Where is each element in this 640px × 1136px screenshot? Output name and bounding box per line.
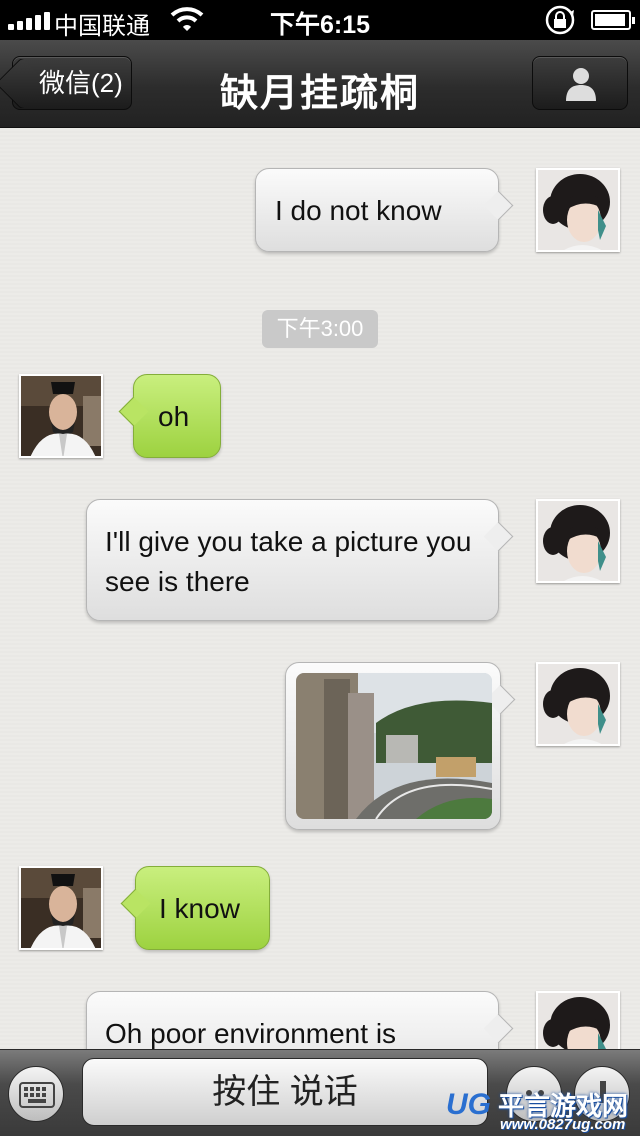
my-avatar[interactable] xyxy=(536,499,620,583)
photo-thumbnail[interactable] xyxy=(296,673,492,819)
contact-avatar[interactable] xyxy=(19,866,103,950)
watermark-url: www.0827ug.com xyxy=(500,1116,626,1133)
person-icon xyxy=(566,68,596,101)
message-text: I know xyxy=(159,893,240,924)
message-text: I do not know xyxy=(275,195,442,226)
message-bubble-sent[interactable]: I'll give you take a picture you see is … xyxy=(86,499,499,621)
message-bubble-sent[interactable]: I do not know xyxy=(255,168,499,252)
contact-avatar[interactable] xyxy=(19,374,103,458)
site-watermark: UG 平言游戏网 www.0827ug.com xyxy=(446,1086,640,1136)
image-message-bubble[interactable] xyxy=(285,662,501,830)
my-avatar[interactable] xyxy=(536,662,620,746)
message-bubble-sent[interactable]: Oh poor environment is xyxy=(86,991,499,1049)
message-text: Oh poor environment is xyxy=(105,1018,397,1049)
message-text: I'll give you take a picture you see is … xyxy=(105,526,472,597)
back-button-label: 微信(2) xyxy=(39,68,123,98)
battery-icon xyxy=(591,10,635,30)
chat-info-button[interactable] xyxy=(532,56,628,110)
message-timestamp: 下午3:00 xyxy=(262,310,378,348)
status-bar: 中国联通 下午6:15 xyxy=(0,0,640,40)
rotation-lock-icon xyxy=(544,4,576,43)
keyboard-icon xyxy=(19,1082,55,1108)
nav-bar: 微信(2) 缺月挂疏桐 xyxy=(0,40,640,128)
my-avatar[interactable] xyxy=(536,168,620,252)
my-avatar[interactable] xyxy=(536,991,620,1049)
chat-area[interactable]: I do not know 下午3:00 oh I'll give you ta… xyxy=(0,129,640,1049)
message-bubble-received[interactable]: I know xyxy=(135,866,270,950)
hold-to-talk-button[interactable]: 按住 说话 xyxy=(82,1058,488,1126)
message-text: oh xyxy=(158,401,190,432)
watermark-logo: UG xyxy=(446,1088,491,1121)
battery-fill xyxy=(595,14,625,26)
message-bubble-received[interactable]: oh xyxy=(133,374,221,458)
keyboard-toggle-button[interactable] xyxy=(8,1066,64,1122)
